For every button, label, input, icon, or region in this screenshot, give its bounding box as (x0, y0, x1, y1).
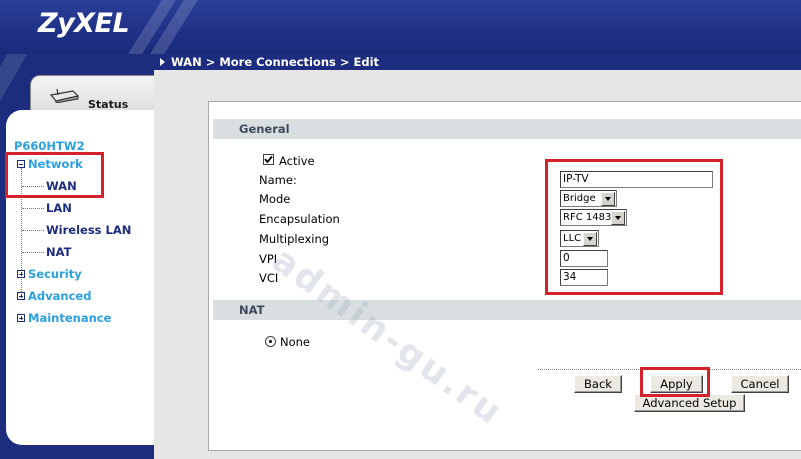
active-checkbox[interactable] (263, 154, 274, 165)
sidebar-item-lan[interactable]: LAN (46, 201, 72, 215)
active-label: Active (279, 154, 315, 168)
vci-label: VCI (259, 271, 279, 285)
encapsulation-label: Encapsulation (259, 212, 340, 226)
sidebar-item-label: Network (28, 157, 83, 171)
vpi-input[interactable]: 0 (560, 250, 608, 267)
name-input[interactable]: IP-TV (560, 171, 713, 188)
vpi-label: VPI (259, 252, 278, 266)
expand-icon (17, 292, 25, 300)
mode-select-value: Bridge (563, 193, 596, 204)
breadcrumb-arrow-icon (160, 58, 165, 66)
collapse-icon (17, 160, 25, 168)
expand-icon (17, 314, 25, 322)
vci-input[interactable]: 34 (560, 269, 608, 286)
sidebar-item-wireless-lan[interactable]: Wireless LAN (46, 223, 131, 237)
sidebar-item-wan[interactable]: WAN (46, 179, 77, 193)
multiplexing-label: Multiplexing (259, 232, 330, 246)
zyxel-logo: ZyXEL (38, 8, 130, 39)
apply-button[interactable]: Apply (650, 375, 703, 393)
sidebar-item-label: Maintenance (28, 311, 112, 325)
router-icon (49, 89, 79, 103)
chevron-down-icon (601, 191, 615, 206)
sidebar-item-label: Advanced (28, 289, 92, 303)
chevron-down-icon (583, 231, 597, 246)
multiplexing-select-value: LLC (563, 233, 582, 244)
header-banner: ZyXEL (0, 0, 801, 54)
sidebar-item-label: Security (28, 267, 82, 281)
model-name: P660HTW2 (14, 139, 85, 153)
mode-select[interactable]: Bridge (560, 190, 617, 207)
check-icon (264, 155, 273, 164)
cancel-button[interactable]: Cancel (731, 375, 789, 393)
nat-none-radio[interactable] (265, 336, 276, 347)
expand-icon (17, 270, 25, 278)
encapsulation-select-value: RFC 1483 (563, 212, 611, 223)
sidebar-item-security[interactable]: Security (17, 267, 82, 281)
sidebar-item-maintenance[interactable]: Maintenance (17, 311, 111, 325)
breadcrumb: WAN > More Connections > Edit (154, 54, 801, 70)
breadcrumb-text: WAN > More Connections > Edit (171, 55, 380, 69)
advanced-setup-button[interactable]: Advanced Setup (634, 394, 745, 412)
back-button[interactable]: Back (574, 375, 622, 393)
multiplexing-select[interactable]: LLC (560, 230, 599, 247)
sidebar-item-nat[interactable]: NAT (46, 245, 71, 259)
general-section-header: General (213, 119, 801, 139)
sidebar: Status (0, 54, 154, 459)
sidebar-item-advanced[interactable]: Advanced (17, 289, 91, 303)
nat-section-header: NAT (213, 300, 801, 320)
sidebar-item-network[interactable]: Network (17, 157, 83, 171)
mode-label: Mode (259, 192, 291, 206)
nat-none-label: None (280, 335, 311, 349)
chevron-down-icon (611, 210, 625, 225)
encapsulation-select[interactable]: RFC 1483 (560, 209, 627, 226)
name-label: Name: (259, 173, 297, 187)
